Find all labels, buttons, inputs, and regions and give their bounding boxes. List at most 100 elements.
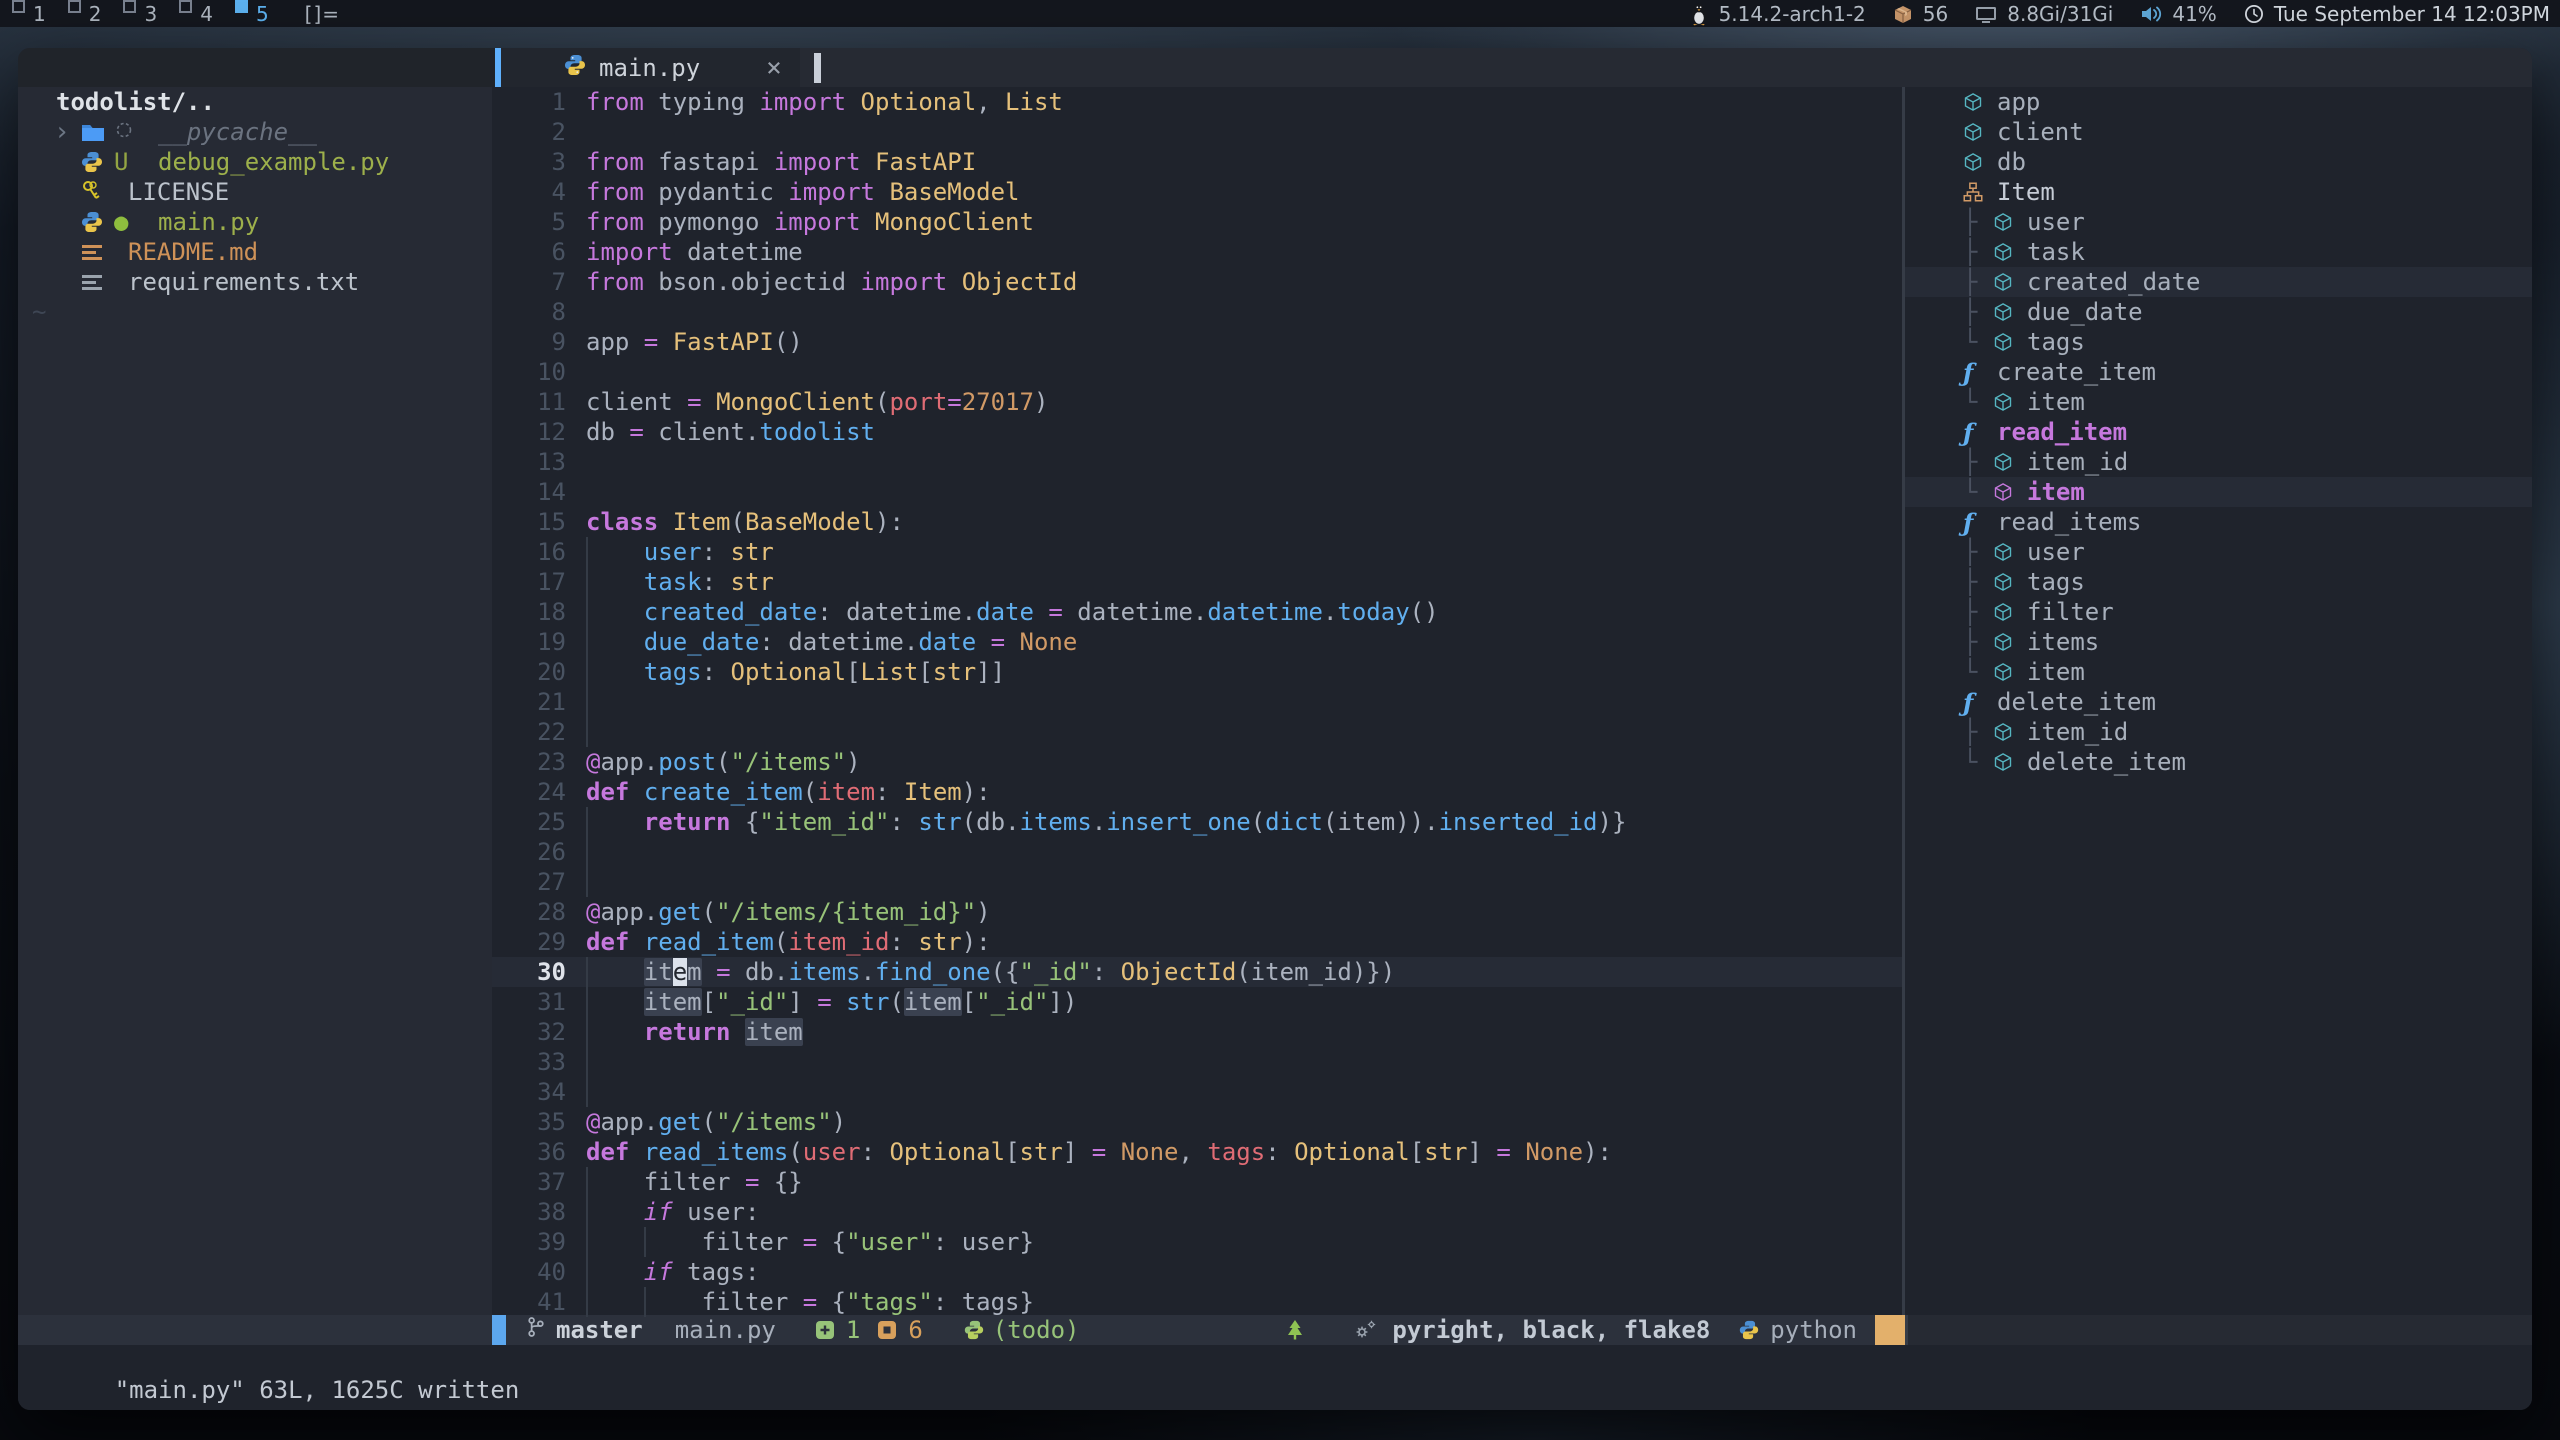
tree-item-main.py[interactable]: ●main.py	[18, 207, 492, 237]
code-line-4[interactable]: 4from pydantic import BaseModel	[492, 177, 1902, 207]
symbol-item_id[interactable]: ├item_id	[1905, 717, 2532, 747]
workspace-button-1[interactable]: 1	[12, 2, 46, 26]
code-text: import datetime	[586, 237, 803, 267]
code-line-17[interactable]: 17 task: str	[492, 567, 1902, 597]
code-line-19[interactable]: 19 due_date: datetime.date = None	[492, 627, 1902, 657]
symbol-read_items[interactable]: ƒread_items	[1905, 507, 2532, 537]
symbol-items[interactable]: ├items	[1905, 627, 2532, 657]
symbol-user[interactable]: ├user	[1905, 207, 2532, 237]
code-line-35[interactable]: 35@app.get("/items")	[492, 1107, 1902, 1137]
symbol-label: user	[2027, 538, 2085, 566]
line-number: 40	[492, 1257, 566, 1287]
symbol-tags[interactable]: └tags	[1905, 327, 2532, 357]
code-line-1[interactable]: 1from typing import Optional, List	[492, 87, 1902, 117]
symbol-filter[interactable]: ├filter	[1905, 597, 2532, 627]
symbol-client[interactable]: client	[1905, 117, 2532, 147]
git-added-icon	[814, 1319, 836, 1341]
code-line-32[interactable]: 32 return item	[492, 1017, 1902, 1047]
code-line-13[interactable]: 13	[492, 447, 1902, 477]
code-line-7[interactable]: 7from bson.objectid import ObjectId	[492, 267, 1902, 297]
code-line-27[interactable]: 27	[492, 867, 1902, 897]
symbol-tags[interactable]: ├tags	[1905, 567, 2532, 597]
code-line-10[interactable]: 10	[492, 357, 1902, 387]
line-number: 11	[492, 387, 566, 417]
code-line-23[interactable]: 23@app.post("/items")	[492, 747, 1902, 777]
tab-main-py[interactable]: main.py ×	[501, 48, 800, 87]
tree-item-LICENSE[interactable]: LICENSE	[18, 177, 492, 207]
variable-cube-icon	[1993, 242, 2019, 262]
symbol-create_item[interactable]: ƒcreate_item	[1905, 357, 2532, 387]
code-text: return item	[586, 1017, 803, 1047]
symbol-Item[interactable]: Item	[1905, 177, 2532, 207]
tab-close-icon[interactable]: ×	[766, 53, 782, 83]
symbol-created_date[interactable]: ├created_date	[1905, 267, 2532, 297]
code-line-14[interactable]: 14	[492, 477, 1902, 507]
line-number: 10	[492, 357, 566, 387]
symbol-due_date[interactable]: ├due_date	[1905, 297, 2532, 327]
code-line-5[interactable]: 5from pymongo import MongoClient	[492, 207, 1902, 237]
code-line-11[interactable]: 11client = MongoClient(port=27017)	[492, 387, 1902, 417]
symbol-item[interactable]: └item	[1905, 657, 2532, 687]
workspace-button-5[interactable]: 5	[235, 2, 269, 26]
indent-guide	[586, 1197, 588, 1227]
code-line-34[interactable]: 34	[492, 1077, 1902, 1107]
code-line-29[interactable]: 29def read_item(item_id: str):	[492, 927, 1902, 957]
workspace-button-3[interactable]: 3	[123, 2, 157, 26]
workspace-button-2[interactable]: 2	[68, 2, 102, 26]
code-line-26[interactable]: 26	[492, 837, 1902, 867]
symbol-item[interactable]: └item	[1905, 387, 2532, 417]
code-line-12[interactable]: 12db = client.todolist	[492, 417, 1902, 447]
code-line-36[interactable]: 36def read_items(user: Optional[str] = N…	[492, 1137, 1902, 1167]
code-line-41[interactable]: 41 filter = {"tags": tags}	[492, 1287, 1902, 1317]
code-line-8[interactable]: 8	[492, 297, 1902, 327]
tree-item-debug_example.py[interactable]: Udebug_example.py	[18, 147, 492, 177]
code-line-24[interactable]: 24def create_item(item: Item):	[492, 777, 1902, 807]
symbol-label: created_date	[2027, 268, 2200, 296]
code-line-22[interactable]: 22	[492, 717, 1902, 747]
code-line-31[interactable]: 31 item["_id"] = str(item["_id"])	[492, 987, 1902, 1017]
symbol-delete_item[interactable]: └delete_item	[1905, 747, 2532, 777]
code-line-25[interactable]: 25 return {"item_id": str(db.items.inser…	[492, 807, 1902, 837]
indent-guide	[586, 837, 588, 867]
variable-cube-icon	[1993, 272, 2019, 292]
symbol-read_item[interactable]: ƒread_item	[1905, 417, 2532, 447]
code-editor[interactable]: 1from typing import Optional, List23from…	[492, 87, 1902, 1315]
code-line-6[interactable]: 6import datetime	[492, 237, 1902, 267]
code-line-15[interactable]: 15class Item(BaseModel):	[492, 507, 1902, 537]
tree-item-__pycache__[interactable]: ›__pycache__	[18, 117, 492, 147]
code-line-38[interactable]: 38 if user:	[492, 1197, 1902, 1227]
indent-guide	[586, 1047, 588, 1077]
workspace-button-4[interactable]: 4	[179, 2, 213, 26]
symbol-item[interactable]: └item	[1905, 477, 2532, 507]
symbol-task[interactable]: ├task	[1905, 237, 2532, 267]
code-line-9[interactable]: 9app = FastAPI()	[492, 327, 1902, 357]
code-line-2[interactable]: 2	[492, 117, 1902, 147]
symbol-item_id[interactable]: ├item_id	[1905, 447, 2532, 477]
pine-tree-icon	[1284, 1318, 1306, 1342]
file-tree-root[interactable]: todolist/..	[18, 87, 492, 117]
code-line-16[interactable]: 16 user: str	[492, 537, 1902, 567]
variable-cube-icon	[1993, 482, 2019, 502]
code-line-37[interactable]: 37 filter = {}	[492, 1167, 1902, 1197]
code-line-28[interactable]: 28@app.get("/items/{item_id}")	[492, 897, 1902, 927]
code-line-33[interactable]: 33	[492, 1047, 1902, 1077]
code-text: due_date: datetime.date = None	[586, 627, 1077, 657]
symbol-user[interactable]: ├user	[1905, 537, 2532, 567]
command-line[interactable]: "main.py" 63L, 1625C written	[18, 1345, 2532, 1410]
code-line-3[interactable]: 3from fastapi import FastAPI	[492, 147, 1902, 177]
symbol-delete_item[interactable]: ƒdelete_item	[1905, 687, 2532, 717]
code-line-30[interactable]: 30 item = db.items.find_one({"_id": Obje…	[492, 957, 1902, 987]
tree-item-README.md[interactable]: README.md	[18, 237, 492, 267]
git-changed-icon	[876, 1319, 898, 1341]
tree-item-requirements.txt[interactable]: requirements.txt	[18, 267, 492, 297]
line-number: 24	[492, 777, 566, 807]
code-line-39[interactable]: 39 filter = {"user": user}	[492, 1227, 1902, 1257]
code-text: @app.get("/items")	[586, 1107, 846, 1137]
code-line-21[interactable]: 21	[492, 687, 1902, 717]
variable-cube-icon	[1993, 302, 2019, 322]
code-line-18[interactable]: 18 created_date: datetime.date = datetim…	[492, 597, 1902, 627]
symbol-db[interactable]: db	[1905, 147, 2532, 177]
code-line-40[interactable]: 40 if tags:	[492, 1257, 1902, 1287]
symbol-app[interactable]: app	[1905, 87, 2532, 117]
code-line-20[interactable]: 20 tags: Optional[List[str]]	[492, 657, 1902, 687]
